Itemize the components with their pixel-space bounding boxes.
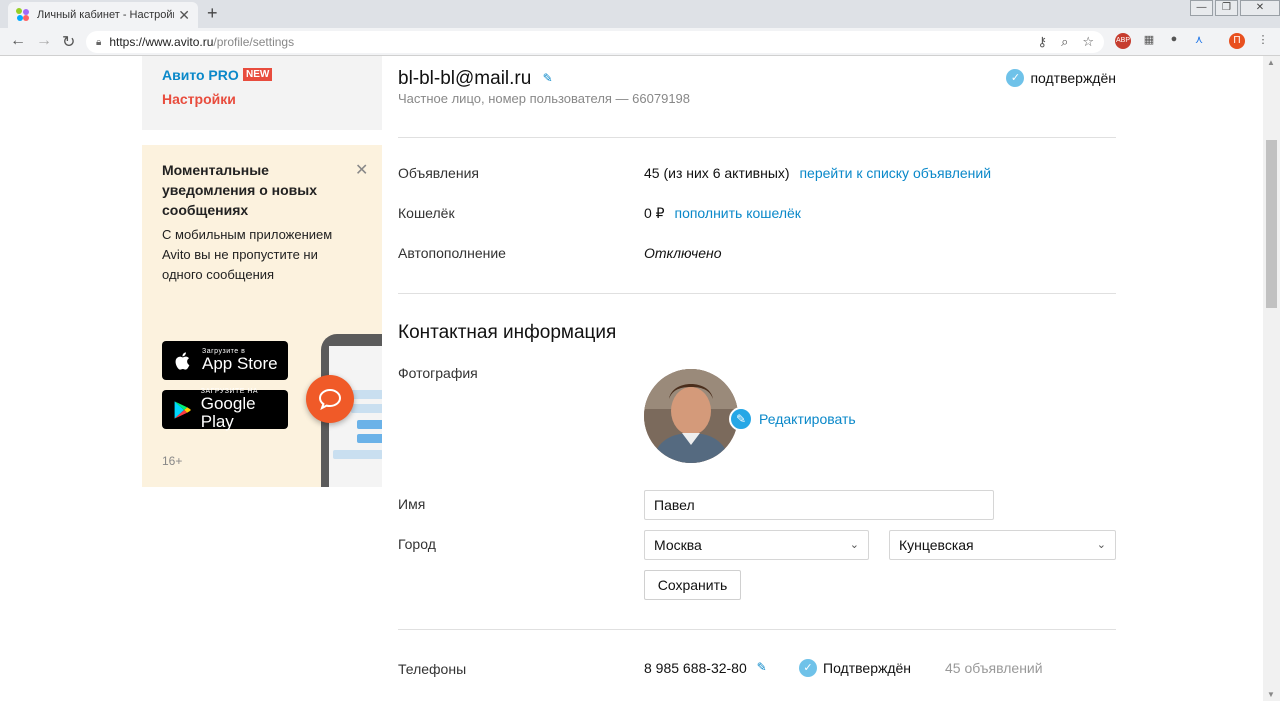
age-rating: 16+: [162, 454, 183, 468]
app-promo-banner: Моментальные уведомления о новых сообщен…: [142, 145, 382, 487]
promo-text: С мобильным приложением Avito вы не проп…: [162, 227, 333, 282]
save-button[interactable]: Сохранить: [644, 570, 741, 600]
browser-toolbar: ← → ↻ 🔒︎ https://www.avito.ru /profile/s…: [0, 28, 1280, 56]
key-icon[interactable]: ⚷: [1038, 34, 1048, 50]
page-scrollbar[interactable]: ▲ ▼: [1263, 56, 1280, 701]
metro-select[interactable]: Кунцевская ⌄: [889, 530, 1116, 560]
phone-status: Подтверждён: [823, 660, 912, 676]
google-play-icon: [174, 400, 191, 419]
promo-title: Моментальные уведомления о новых сообщен…: [162, 162, 318, 218]
confirmed-label: подтверждён: [1030, 70, 1116, 86]
autofill-value: Отключено: [644, 245, 722, 261]
account-email: bl-bl-bl@mail.ru: [398, 68, 532, 89]
apple-icon: [175, 351, 190, 370]
wallet-value-row: 0 ₽ пополнить кошелёк: [644, 205, 801, 222]
avito-favicon-icon: [16, 8, 30, 22]
divider: [398, 137, 1116, 138]
browser-tab[interactable]: Личный кабинет - Настройки - Ави ✕: [8, 2, 198, 28]
reload-icon[interactable]: ↻: [62, 32, 75, 52]
close-window-button[interactable]: ✕: [1240, 0, 1280, 16]
back-arrow-icon[interactable]: ←: [10, 32, 26, 50]
chevron-down-icon: ⌄: [1096, 539, 1106, 551]
app-store-label: App Store: [202, 354, 278, 373]
forward-arrow-icon[interactable]: →: [36, 32, 52, 50]
chat-bubble-icon: [306, 375, 354, 423]
new-tab-button[interactable]: +: [207, 3, 218, 24]
browser-tabbar: Личный кабинет - Настройки - Ави ✕ + — ❐…: [0, 0, 1280, 28]
tab-title: Личный кабинет - Настройки - Ави: [37, 9, 174, 21]
scroll-up-icon[interactable]: ▲: [1267, 58, 1275, 67]
edit-phone-pencil-icon[interactable]: ✎: [757, 660, 767, 674]
wallet-balance: 0 ₽: [644, 205, 665, 221]
pencil-icon: ✎: [729, 407, 753, 431]
wallet-label: Кошелёк: [398, 205, 455, 221]
edit-photo-label: Редактировать: [759, 411, 856, 427]
lock-icon: 🔒︎: [96, 36, 102, 48]
maximize-button[interactable]: ❐: [1215, 0, 1238, 16]
phone-ads-count[interactable]: 45 объявлений: [945, 660, 1043, 676]
profile-sidenav: Авито PRO NEW Настройки: [142, 56, 382, 130]
tab-close-icon[interactable]: ✕: [178, 7, 190, 24]
check-icon: ✓: [799, 659, 817, 677]
adblock-extension-icon[interactable]: ABP: [1115, 33, 1131, 49]
scrollbar-thumb[interactable]: [1266, 140, 1277, 308]
divider: [398, 629, 1116, 630]
phone-confirmed-status: ✓ Подтверждён: [799, 659, 911, 677]
city-select[interactable]: Москва ⌄: [644, 530, 869, 560]
scroll-down-icon[interactable]: ▼: [1267, 690, 1275, 699]
edit-email-pencil-icon[interactable]: ✎: [543, 71, 553, 85]
name-label: Имя: [398, 496, 426, 512]
window-controls: — ❐ ✕: [1188, 0, 1280, 16]
edit-photo-button[interactable]: ✎ Редактировать: [729, 407, 856, 431]
address-bar[interactable]: 🔒︎ https://www.avito.ru /profile/setting…: [86, 31, 1104, 53]
metro-value: Кунцевская: [899, 537, 974, 553]
app-store-button[interactable]: Загрузите в App Store: [162, 341, 288, 380]
name-field[interactable]: Павел: [644, 490, 994, 520]
topup-wallet-link[interactable]: пополнить кошелёк: [674, 205, 800, 221]
ads-value-row: 45 (из них 6 активных) перейти к списку …: [644, 165, 991, 181]
url-host: https://www.avito.ru: [109, 35, 214, 49]
profile-avatar-icon[interactable]: П: [1229, 33, 1245, 49]
city-value: Москва: [654, 537, 702, 553]
account-subtitle: Частное лицо, номер пользователя — 66079…: [398, 91, 691, 106]
phone-number: 8 985 688-32-80: [644, 660, 747, 676]
bookmark-star-icon[interactable]: ☆: [1082, 34, 1094, 50]
extension-icon[interactable]: ⋏: [1191, 33, 1207, 49]
ads-label: Объявления: [398, 165, 479, 181]
account-email-row: bl-bl-bl@mail.ru ✎: [398, 68, 553, 90]
ads-count: 45 (из них 6 активных): [644, 165, 790, 181]
phone-number-row: 8 985 688-32-80 ✎: [644, 660, 767, 676]
chevron-down-icon: ⌄: [849, 539, 859, 551]
sidenav-item-settings[interactable]: Настройки: [162, 91, 236, 107]
url-path: /profile/settings: [213, 35, 295, 49]
autofill-label: Автопополнение: [398, 245, 506, 261]
promo-close-icon[interactable]: ✕: [355, 160, 368, 180]
extension-icon[interactable]: ▦: [1141, 33, 1157, 49]
ads-list-link[interactable]: перейти к списку объявлений: [799, 165, 991, 181]
photo-label: Фотография: [398, 365, 478, 381]
extension-icon[interactable]: ●: [1166, 33, 1182, 49]
divider: [398, 293, 1116, 294]
minimize-button[interactable]: —: [1190, 0, 1213, 16]
menu-dots-icon[interactable]: ⋮: [1255, 33, 1271, 49]
email-confirmed-status: ✓ подтверждён: [1006, 69, 1116, 87]
check-icon: ✓: [1006, 69, 1025, 87]
city-label: Город: [398, 536, 436, 552]
avatar: [644, 369, 738, 463]
contact-section-title: Контактная информация: [398, 322, 617, 343]
sidenav-item-avito-pro[interactable]: Авито PRO: [162, 67, 239, 83]
google-play-label: Google Play: [200, 394, 256, 431]
new-badge: NEW: [243, 68, 273, 81]
phones-label: Телефоны: [398, 661, 467, 677]
google-play-button[interactable]: ЗАГРУЗИТЕ НА Google Play: [162, 388, 288, 431]
zoom-icon[interactable]: ⌕: [1061, 34, 1068, 50]
